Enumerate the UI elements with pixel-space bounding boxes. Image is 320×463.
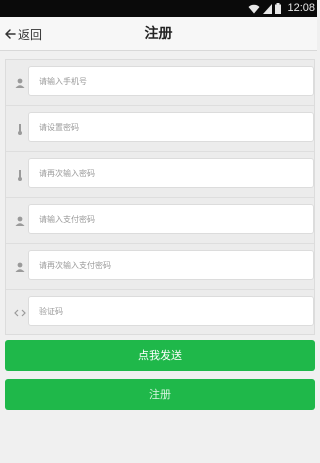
wifi-icon: [248, 4, 260, 14]
battery-icon: [275, 3, 282, 14]
form-row-pay-password: [6, 198, 314, 244]
signal-icon: [263, 3, 273, 14]
pay-password-field-box: [28, 204, 314, 234]
register-button[interactable]: 注册: [5, 379, 315, 410]
form-row-verification-code: [6, 290, 314, 336]
send-code-button[interactable]: 点我发送: [5, 340, 315, 371]
status-time: 12:08: [287, 2, 315, 14]
title-bar: 返回 注册: [0, 17, 317, 51]
password-confirm-field-box: [28, 158, 314, 188]
password-input[interactable]: [29, 113, 313, 141]
status-icons: 12:08: [248, 0, 317, 17]
register-form: [5, 59, 315, 335]
verification-code-input[interactable]: [29, 297, 313, 325]
pay-password-confirm-field-box: [28, 250, 314, 280]
user-icon: [12, 198, 28, 244]
form-row-phone: [6, 60, 314, 106]
pay-password-confirm-input[interactable]: [29, 251, 313, 279]
back-label: 返回: [18, 27, 43, 42]
code-icon: [12, 290, 28, 336]
back-button[interactable]: 返回: [4, 17, 42, 51]
key-icon: [12, 106, 28, 152]
page-title: 注册: [144, 26, 173, 42]
phone-field-box: [28, 66, 314, 96]
form-row-pay-password-confirm: [6, 244, 314, 290]
password-field-box: [28, 112, 314, 142]
key-icon: [12, 152, 28, 198]
user-icon: [12, 60, 28, 106]
verification-code-field-box: [28, 296, 314, 326]
arrow-left-icon: [4, 28, 16, 40]
phone-input[interactable]: [29, 67, 313, 95]
user-icon: [12, 244, 28, 290]
form-row-password-confirm: [6, 152, 314, 198]
status-bar: 12:08: [0, 0, 317, 17]
form-row-password: [6, 106, 314, 152]
password-confirm-input[interactable]: [29, 159, 313, 187]
pay-password-input[interactable]: [29, 205, 313, 233]
